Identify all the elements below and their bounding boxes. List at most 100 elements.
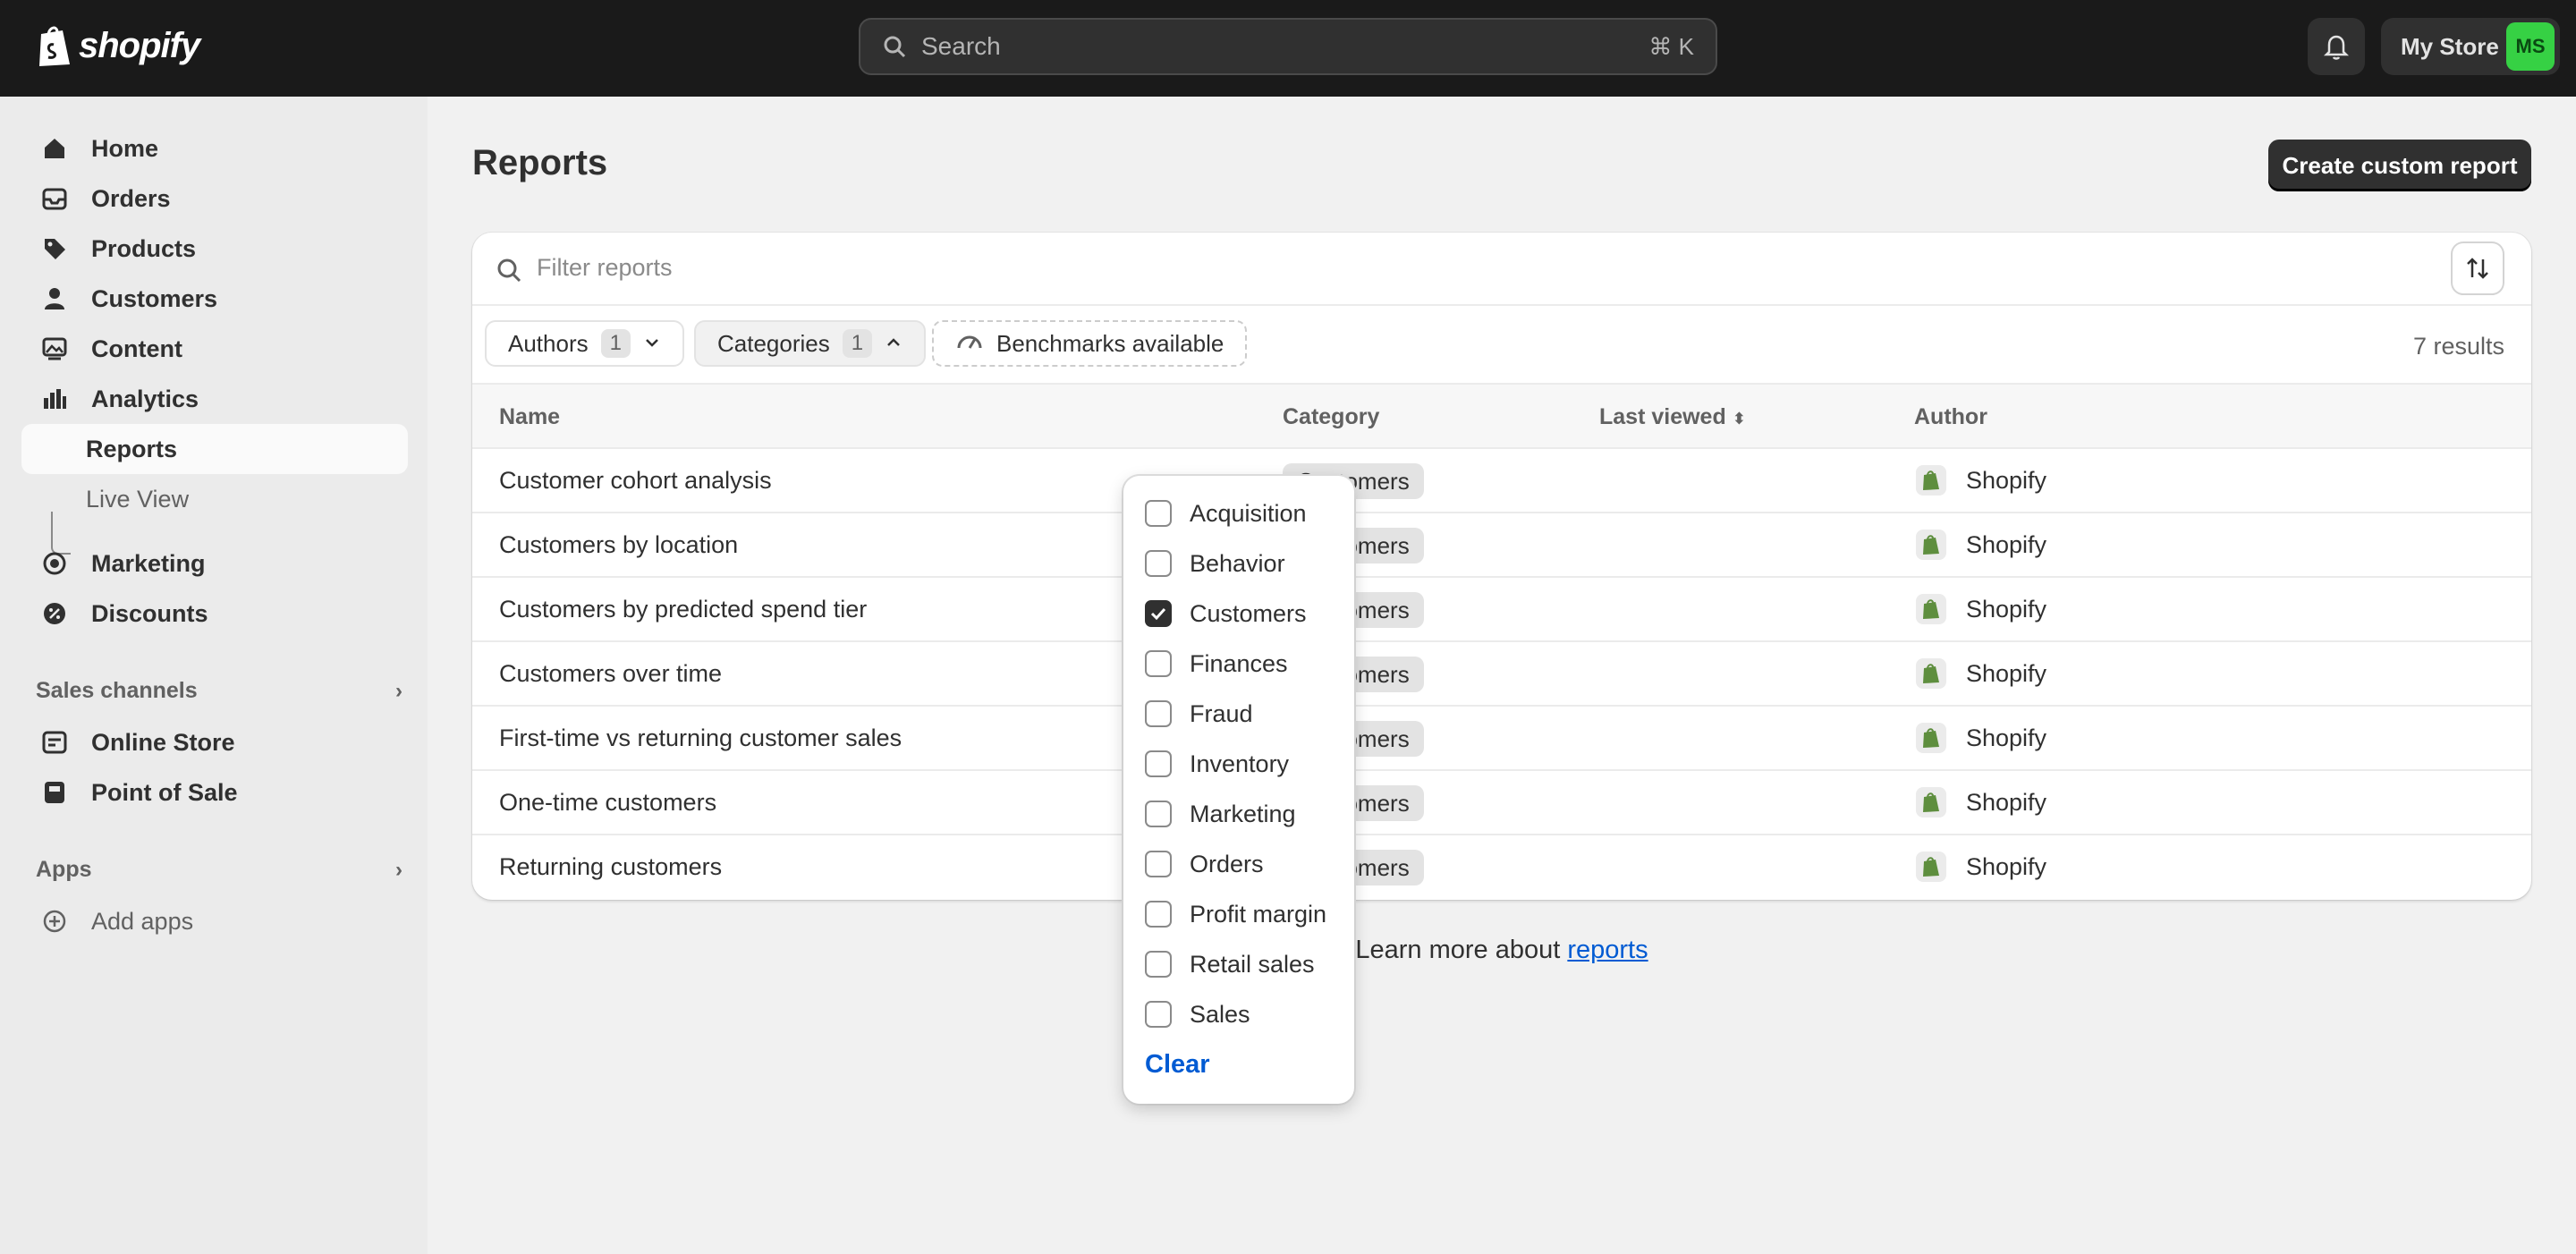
checkbox[interactable]	[1145, 901, 1172, 928]
category-option[interactable]: Fraud	[1145, 696, 1253, 732]
sidebar-item-point-of-sale[interactable]: Point of Sale	[21, 767, 408, 818]
create-custom-report-button[interactable]: Create custom report	[2268, 140, 2531, 191]
results-count: 7 results	[2412, 333, 2504, 360]
learn-more: Learn more about reports	[428, 936, 2576, 965]
table-row[interactable]: First-time vs returning customer salesCu…	[472, 707, 2531, 771]
learn-more-text: Learn more about	[1355, 936, 1568, 964]
option-label: Customers	[1190, 599, 1307, 627]
report-name[interactable]: First-time vs returning customer sales	[499, 724, 902, 752]
checkbox[interactable]	[1145, 550, 1172, 577]
report-name[interactable]: One-time customers	[499, 789, 716, 817]
author-cell: Shopify	[1916, 594, 2046, 624]
shopify-bag-icon	[1916, 530, 1946, 560]
category-option[interactable]: Acquisition	[1145, 496, 1307, 531]
apps-header[interactable]: Apps ›	[36, 857, 402, 883]
author-name: Shopify	[1966, 466, 2047, 494]
checkbox[interactable]	[1145, 650, 1172, 677]
author-name: Shopify	[1966, 530, 2047, 558]
table-row[interactable]: Customers by predicted spend tier Custome…	[472, 578, 2531, 642]
category-option[interactable]: Finances	[1145, 646, 1288, 682]
table-header: Name Category Last viewed ⬍ Author	[472, 385, 2531, 449]
checkbox[interactable]	[1145, 750, 1172, 777]
sidebar-item-online-store[interactable]: Online Store	[21, 717, 408, 767]
sidebar-item-label: Content	[91, 335, 182, 362]
sidebar-item-customers[interactable]: Customers	[21, 274, 408, 324]
inbox-icon	[39, 183, 70, 214]
table-row[interactable]: Returning customersCustomersShopify	[472, 835, 2531, 900]
report-name[interactable]: Customers over time	[499, 660, 722, 688]
page-title: Reports	[472, 143, 608, 182]
category-option[interactable]: Inventory	[1145, 746, 1289, 782]
table-row[interactable]: Customer cohort analysis Customers Shopify	[472, 449, 2531, 513]
shopify-logo[interactable]: shopify	[36, 23, 200, 68]
global-search[interactable]: Search ⌘ K	[859, 18, 1717, 75]
report-name[interactable]: Customers by predicted spend tier	[499, 596, 867, 623]
category-option[interactable]: Customers	[1145, 596, 1307, 631]
table-row[interactable]: Customers over timeCustomersShopify	[472, 642, 2531, 707]
checkbox[interactable]	[1145, 851, 1172, 877]
report-name[interactable]: Returning customers	[499, 853, 722, 881]
filter-reports-input[interactable]: Filter reports	[537, 254, 673, 282]
author-cell: Shopify	[1916, 723, 2046, 753]
category-option[interactable]: Retail sales	[1145, 946, 1315, 982]
sidebar-item-label: Add apps	[91, 907, 194, 935]
store-name: My Store	[2401, 32, 2499, 60]
shopify-bag-icon	[1916, 787, 1946, 818]
checkbox[interactable]	[1145, 1001, 1172, 1028]
store-menu-button[interactable]: My Store MS	[2381, 18, 2560, 75]
sidebar-item-content[interactable]: Content	[21, 324, 408, 374]
checkbox[interactable]	[1145, 700, 1172, 727]
chip-label: Benchmarks available	[996, 329, 1224, 357]
top-bar: shopify Search ⌘ K My Store MS	[0, 0, 2576, 97]
category-option[interactable]: Sales	[1145, 996, 1250, 1032]
report-name[interactable]: Customer cohort analysis	[499, 467, 772, 495]
report-name[interactable]: Customers by location	[499, 531, 738, 559]
plus-circle-icon	[39, 906, 70, 936]
brand-text: shopify	[79, 25, 200, 65]
sidebar-item-marketing[interactable]: Marketing	[21, 538, 408, 589]
author-name: Shopify	[1966, 852, 2047, 880]
sidebar-item-products[interactable]: Products	[21, 224, 408, 274]
category-option[interactable]: Profit margin	[1145, 896, 1326, 932]
sidebar-item-home[interactable]: Home	[21, 123, 408, 174]
tag-icon	[39, 233, 70, 264]
sales-channels-header[interactable]: Sales channels ›	[36, 678, 402, 704]
chevron-up-icon	[885, 330, 902, 358]
discount-icon	[39, 598, 70, 629]
sidebar-item-discounts[interactable]: Discounts	[21, 589, 408, 639]
checkbox[interactable]	[1145, 951, 1172, 978]
category-option[interactable]: Behavior	[1145, 546, 1285, 581]
sidebar-item-live-view[interactable]: Live View	[21, 474, 408, 524]
author-cell: Shopify	[1916, 852, 2046, 882]
shopify-bag-icon	[1916, 658, 1946, 689]
clear-button[interactable]: Clear	[1145, 1050, 1210, 1080]
column-label: Last viewed	[1599, 404, 1726, 429]
category-option[interactable]: Orders	[1145, 846, 1264, 882]
sidebar-item-label: Online Store	[91, 728, 235, 756]
reports-link[interactable]: reports	[1567, 936, 1648, 964]
author-cell: Shopify	[1916, 530, 2046, 560]
table-row[interactable]: Customers by locationCustomersShopify	[472, 513, 2531, 578]
author-cell: Shopify	[1916, 658, 2046, 689]
add-apps-button[interactable]: Add apps	[21, 896, 408, 946]
categories-filter-chip[interactable]: Categories 1	[694, 320, 927, 367]
checkbox-checked[interactable]	[1145, 600, 1172, 627]
sidebar-item-analytics[interactable]: Analytics	[21, 374, 408, 424]
column-last-viewed[interactable]: Last viewed ⬍	[1599, 404, 1746, 430]
search-icon	[497, 258, 521, 283]
sidebar-item-orders[interactable]: Orders	[21, 174, 408, 224]
notifications-button[interactable]	[2308, 18, 2365, 75]
table-row[interactable]: One-time customersCustomersShopify	[472, 771, 2531, 835]
chip-count: 1	[600, 329, 631, 358]
category-option[interactable]: Marketing	[1145, 796, 1296, 832]
authors-filter-chip[interactable]: Authors 1	[485, 320, 684, 367]
benchmarks-filter-chip[interactable]: Benchmarks available	[932, 320, 1248, 367]
column-category: Category	[1283, 404, 1380, 429]
target-icon	[39, 548, 70, 579]
author-name: Shopify	[1966, 788, 2047, 816]
checkbox[interactable]	[1145, 500, 1172, 527]
shopify-bag-icon	[1916, 723, 1946, 753]
sidebar-item-reports[interactable]: Reports	[21, 424, 408, 474]
checkbox[interactable]	[1145, 801, 1172, 827]
sort-button[interactable]	[2453, 243, 2503, 293]
